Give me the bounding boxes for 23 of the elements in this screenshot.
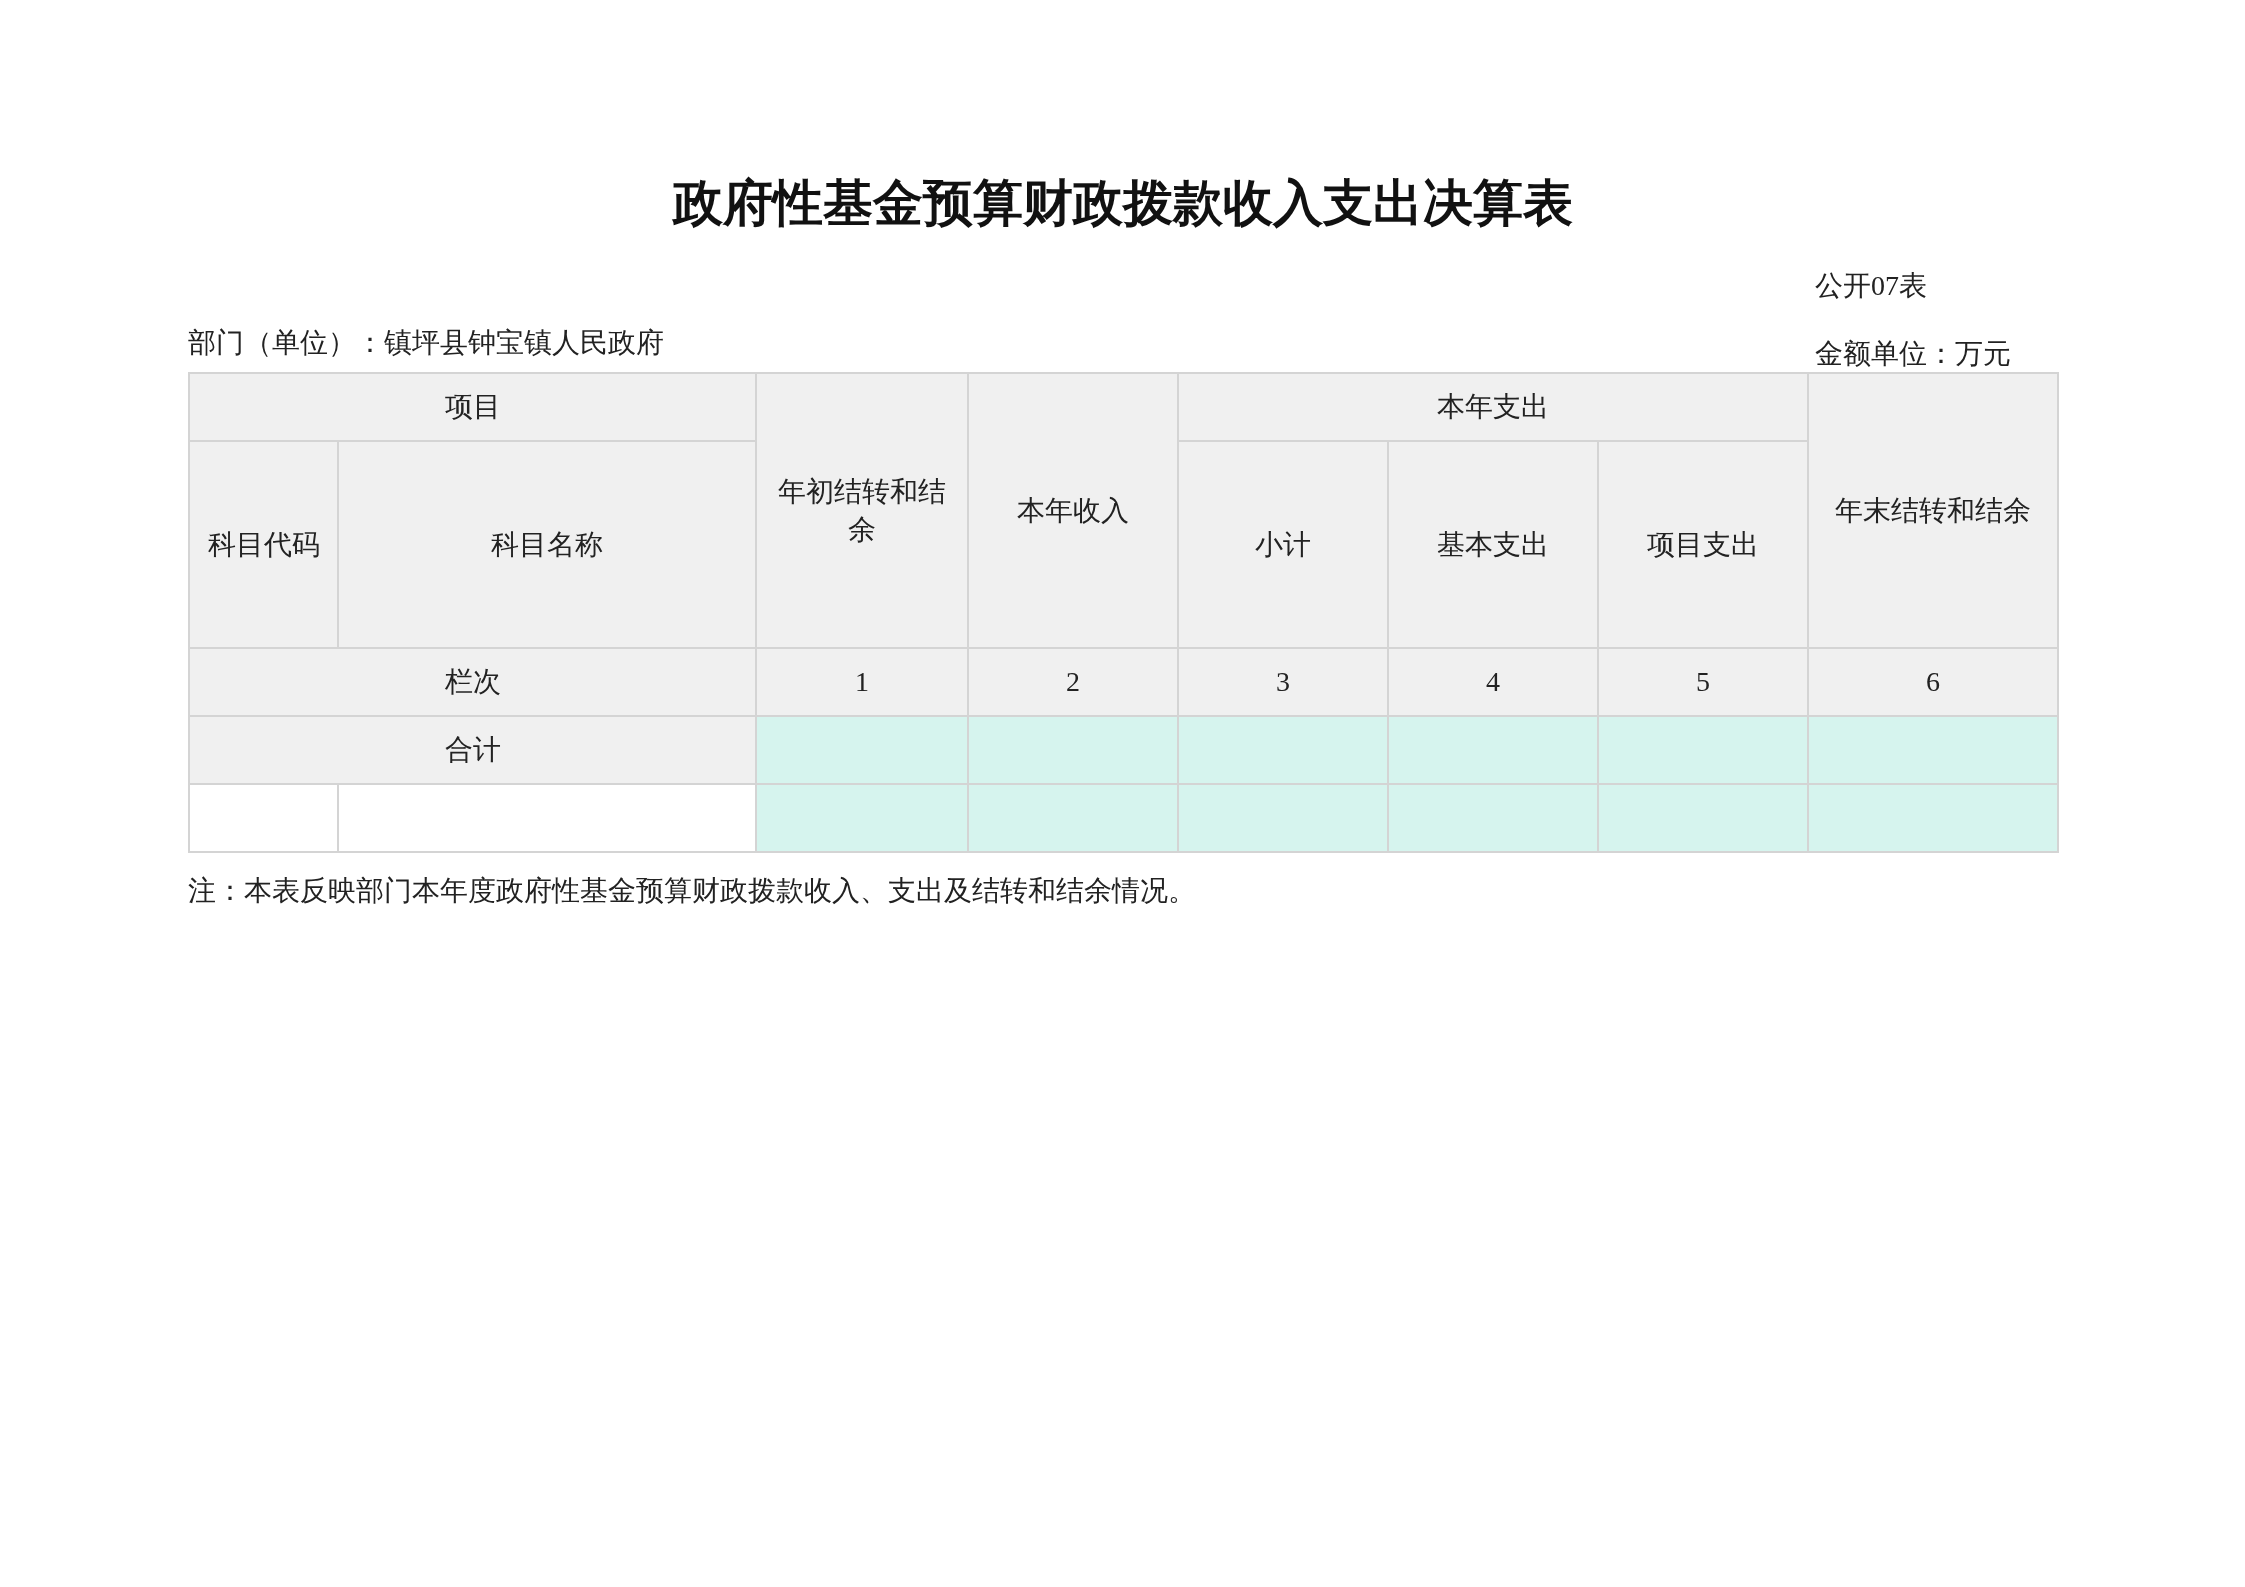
unit-label: 金额单位：万元 [1815,337,2012,371]
department-label: 部门（单位）：镇坪县钟宝镇人民政府 [188,326,664,360]
column-number: 3 [1178,648,1388,716]
column-header: 本年支出 [1178,373,1808,441]
column-header: 本年收入 [968,373,1178,648]
column-header: 科目代码 [189,441,338,648]
table-note: 注：本表反映部门本年度政府性基金预算财政拨款收入、支出及结转和结余情况。 [188,875,1196,906]
column-header: 基本支出 [1388,441,1598,648]
column-header: 项目支出 [1598,441,1808,648]
page-title: 政府性基金预算财政拨款收入支出决算表 [672,173,1573,234]
table-code: 公开07表 [1815,269,1928,303]
column-number: 1 [756,648,968,716]
column-header: 科目名称 [338,441,756,648]
column-number: 2 [968,648,1178,716]
column-number: 4 [1388,648,1598,716]
column-header: 年末结转和结余 [1808,373,2058,648]
column-header: 小计 [1178,441,1388,648]
row-header: 合计 [189,716,756,784]
column-header: 栏次 [189,648,756,716]
column-number: 5 [1598,648,1808,716]
column-header: 年初结转和结余 [756,373,968,648]
column-number: 6 [1808,648,2058,716]
column-header: 项目 [189,373,756,441]
